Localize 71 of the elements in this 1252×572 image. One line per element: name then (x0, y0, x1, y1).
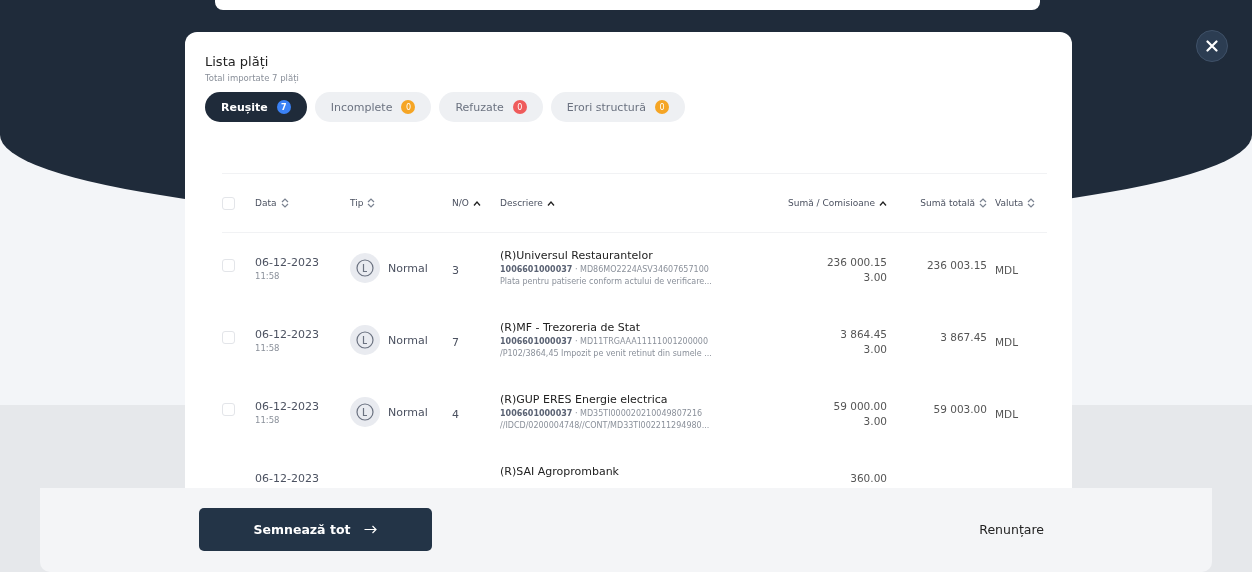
date-text: 06-12-2023 (255, 328, 320, 341)
sort-ascending-icon[interactable] (879, 200, 887, 206)
amount-text: 236 000.15 (826, 255, 887, 270)
currency-text: MDL (994, 336, 1018, 348)
tab[interactable]: Refuzate 0 (439, 92, 543, 122)
column-header[interactable]: N/O (452, 198, 500, 208)
currency-text: MDL (994, 264, 1018, 276)
amount-text: 3 864.45 (840, 327, 887, 342)
column-header[interactable]: Descriere (500, 198, 777, 208)
payee-name: (R)GUP ERES Energie electrica (500, 393, 669, 406)
modal-subtitle: Total importate 7 plăți (205, 73, 300, 83)
tab[interactable]: Erori structură 0 (550, 92, 685, 122)
clock-letter-icon (350, 253, 380, 283)
modal-title: Lista plăți (205, 54, 270, 69)
account-text: 1006601000037 · MD11TRGAAA11111001200000 (500, 337, 709, 346)
sort-icon[interactable] (1027, 198, 1036, 208)
time-text: 11:58 (255, 343, 281, 353)
total-text: 59 003.00 (933, 403, 987, 415)
count-badge: 0 (401, 100, 416, 114)
time-text: 11:58 (255, 271, 281, 281)
payee-name: (R)MF - Trezoreria de Stat (500, 321, 642, 334)
amount-text: 360.00 (850, 471, 887, 486)
sort-icon[interactable] (280, 198, 289, 208)
arrow-right-icon (364, 525, 378, 534)
sort-ascending-icon[interactable] (546, 200, 555, 206)
count-badge: 0 (512, 100, 527, 114)
payee-name: (R)Universul Restaurantelor (500, 249, 654, 262)
checkbox[interactable] (222, 403, 235, 416)
amount-text: 59 000.00 (833, 399, 887, 414)
fee-text: 3.00 (863, 342, 887, 357)
currency-text: MDL (994, 408, 1018, 420)
clock-letter-icon (350, 397, 380, 427)
checkbox[interactable] (222, 196, 235, 210)
column-header[interactable]: Tip (350, 198, 452, 208)
time-text: 11:58 (255, 415, 281, 425)
column-header[interactable]: Sumă totală (887, 198, 987, 208)
date-text: 06-12-2023 (255, 400, 320, 413)
column-header[interactable]: Valuta (987, 198, 1047, 208)
checkbox[interactable] (222, 259, 235, 272)
number-text: 3 (452, 264, 459, 277)
type-text: Normal (388, 261, 428, 275)
checkbox[interactable] (222, 331, 235, 344)
count-badge: 7 (276, 100, 291, 114)
account-text: 1006601000037 · MD86MO2224ASV34607657100 (500, 265, 710, 274)
tab[interactable]: Reușite 7 (205, 92, 307, 122)
sort-icon[interactable] (367, 198, 376, 208)
payment-details: /P102/3864,45 Impozit pe venit retinut din sumele ... (500, 349, 713, 358)
column-header[interactable]: Data (255, 198, 350, 208)
payment-details: //IDCD/0200004748//CONT/MD33TI002211294980... (500, 421, 711, 430)
date-text: 06-12-2023 (255, 256, 320, 269)
sort-ascending-icon[interactable] (472, 200, 481, 206)
number-text: 7 (452, 336, 459, 349)
sort-icon[interactable] (979, 198, 987, 208)
cancel-link[interactable]: Renunțare (979, 522, 1044, 537)
fee-text: 3.00 (863, 414, 887, 429)
sign-all-button[interactable]: Semnează tot (199, 508, 432, 551)
clock-letter-icon (350, 325, 380, 355)
payment-details: Plata pentru patiserie conform actului de verificare... (500, 277, 713, 286)
total-text: 3 867.45 (940, 331, 987, 343)
account-text: 1006601000037 · MD35TI000020210049807216 (500, 409, 704, 418)
type-text: Normal (388, 405, 428, 419)
fee-text: 3.00 (863, 270, 887, 285)
total-text: 236 003.15 (926, 259, 987, 271)
tab[interactable]: Incomplete 0 (314, 92, 432, 122)
column-header[interactable]: Sumă / Comisioane (777, 198, 887, 208)
number-text: 4 (452, 408, 459, 421)
date-text: 06-12-2023 (255, 472, 320, 485)
payee-name: (R)SAI Agroprombank (500, 465, 620, 478)
type-text: Normal (388, 333, 428, 347)
close-icon (1206, 40, 1218, 52)
count-badge: 0 (654, 100, 669, 114)
